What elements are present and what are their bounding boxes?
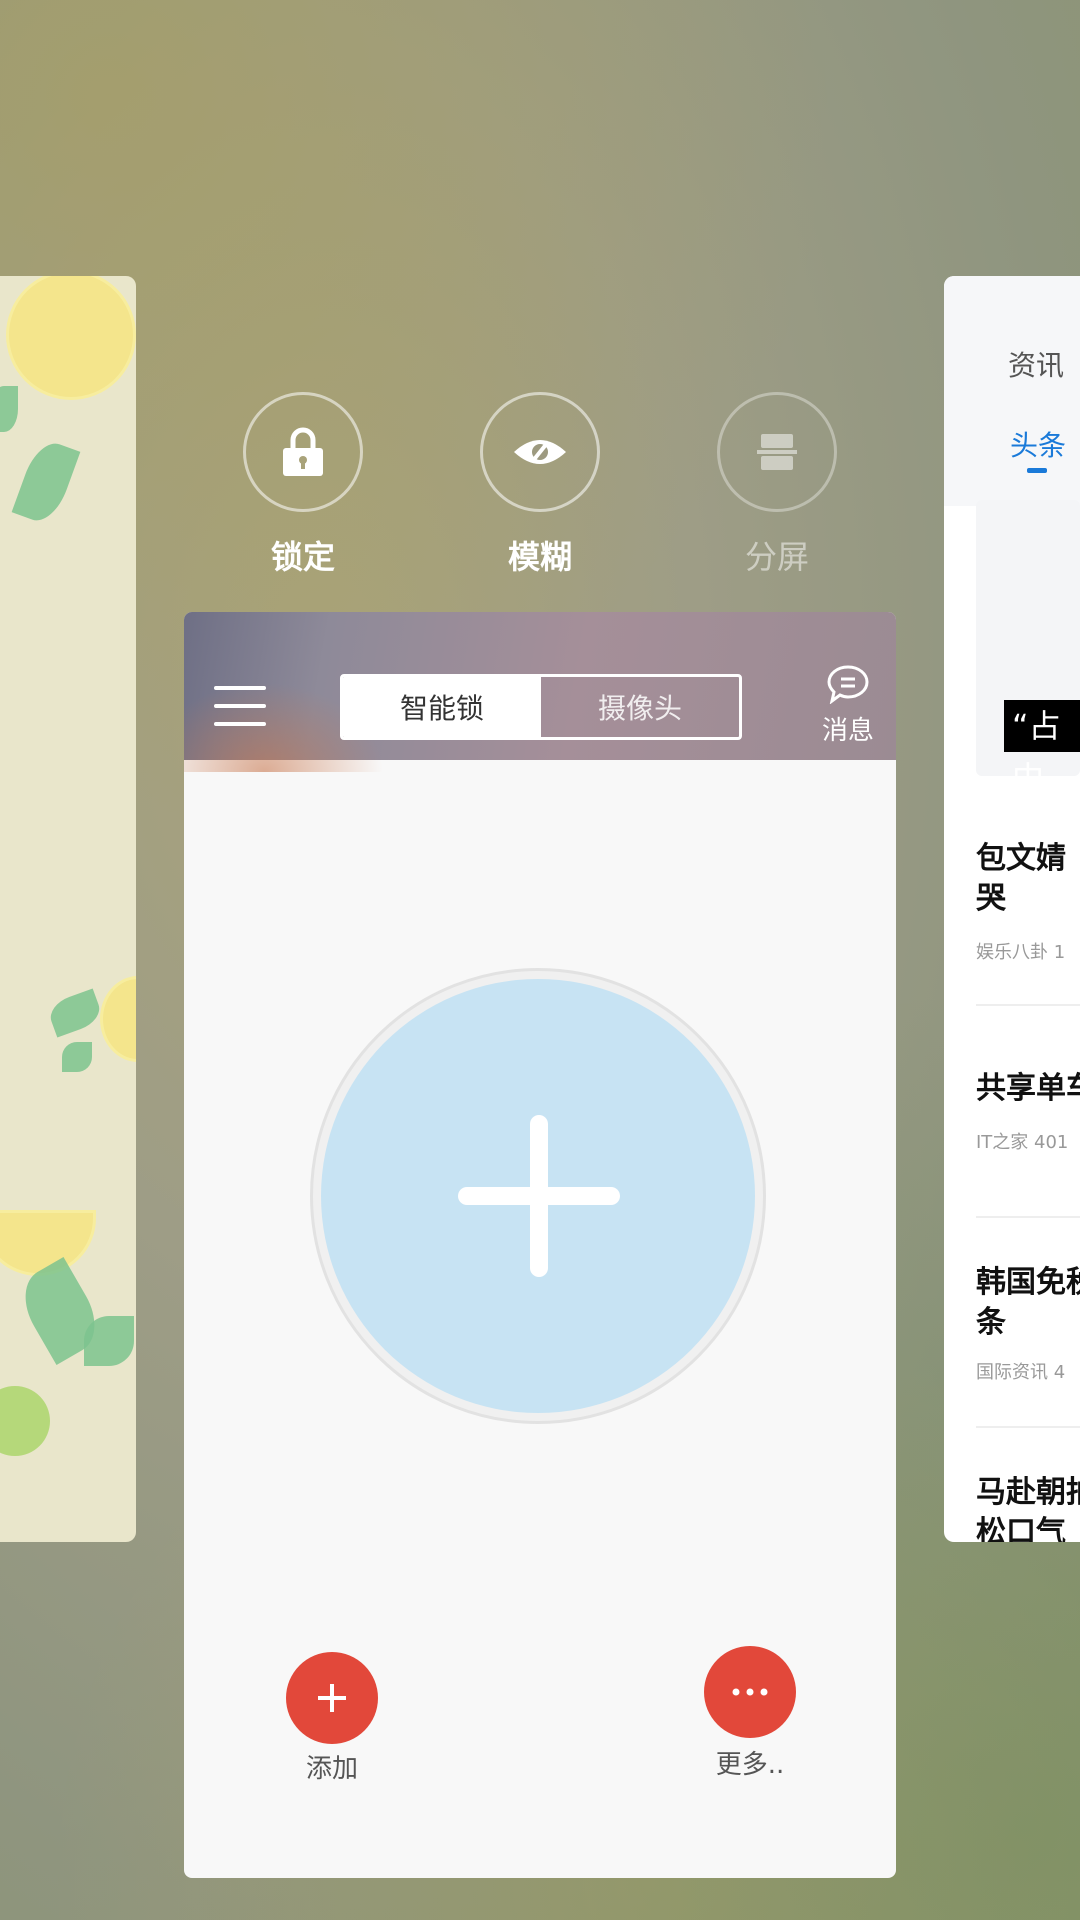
app-header: 智能锁 摄像头 消息	[184, 612, 896, 772]
news-meta: 娱乐八卦 1	[976, 942, 1066, 963]
messages-button[interactable]: 消息	[808, 664, 888, 747]
leaf-decoration	[45, 988, 105, 1038]
recent-app-card-news[interactable]: 资讯 头条 “占中 包文婧 哭 娱乐八卦 1 共享单车 IT之家 401 韩国免…	[944, 276, 1080, 1542]
news-title[interactable]: 松口气	[976, 1512, 1080, 1542]
plus-icon	[321, 979, 755, 1413]
menu-icon[interactable]	[214, 686, 266, 726]
divider	[976, 1216, 1080, 1218]
add-button[interactable]	[286, 1652, 378, 1744]
lock-action[interactable]: 锁定	[243, 392, 363, 578]
divider	[976, 1004, 1080, 1006]
messages-label: 消息	[821, 716, 874, 746]
split-screen-label: 分屏	[744, 538, 809, 576]
lock-icon	[283, 427, 323, 476]
blur-label: 模糊	[507, 538, 572, 576]
news-section-title: 资讯	[1008, 349, 1065, 382]
news-title[interactable]: 马赴朝拍	[976, 1472, 1080, 1514]
blur-action[interactable]: 模糊	[480, 392, 600, 578]
tab-switcher: 智能锁 摄像头	[340, 674, 742, 740]
recent-app-card-smartlock[interactable]: 智能锁 摄像头 消息 添加 更多..	[184, 612, 896, 1878]
news-title[interactable]: 哭	[976, 878, 1080, 920]
news-header	[944, 276, 1080, 506]
tab-headlines[interactable]: 头条	[1010, 424, 1066, 464]
tab-indicator	[1027, 468, 1047, 473]
news-title[interactable]: 包文婧	[976, 838, 1080, 880]
split-screen-button[interactable]	[717, 392, 837, 512]
leaf-decoration	[84, 1316, 134, 1366]
news-title[interactable]: 共享单车	[976, 1068, 1080, 1110]
tab-camera[interactable]: 摄像头	[541, 677, 739, 737]
news-title[interactable]: 条	[976, 1302, 1080, 1344]
lemon-decoration	[100, 976, 136, 1062]
add-label: 添加	[305, 1754, 358, 1784]
leaf-decoration	[62, 1042, 92, 1072]
news-title[interactable]: 韩国免税	[976, 1262, 1080, 1304]
divider	[976, 1426, 1080, 1428]
lock-label: 锁定	[270, 538, 335, 576]
news-meta: IT之家 401	[976, 1132, 1069, 1153]
blur-button[interactable]	[480, 392, 600, 512]
split-screen-icon	[757, 434, 797, 470]
plus-icon	[318, 1684, 346, 1712]
recent-app-card-left[interactable]	[0, 276, 136, 1542]
leaf-decoration	[0, 386, 18, 432]
lemon-decoration	[6, 276, 136, 400]
news-meta: 国际资讯 4	[976, 1362, 1066, 1383]
chat-bubble-icon	[827, 665, 869, 705]
banner-caption: “占中	[1004, 700, 1080, 797]
more-button[interactable]	[704, 1646, 796, 1738]
add-device-button[interactable]	[310, 968, 766, 1424]
more-label: 更多..	[715, 1750, 785, 1780]
leaf-decoration	[11, 436, 81, 528]
sticker-icon	[0, 1386, 50, 1456]
eye-icon	[514, 440, 566, 464]
lock-button[interactable]	[243, 392, 363, 512]
split-screen-action[interactable]: 分屏	[717, 392, 837, 578]
tab-smart-lock[interactable]: 智能锁	[343, 677, 541, 737]
more-dots-icon	[732, 1688, 768, 1696]
